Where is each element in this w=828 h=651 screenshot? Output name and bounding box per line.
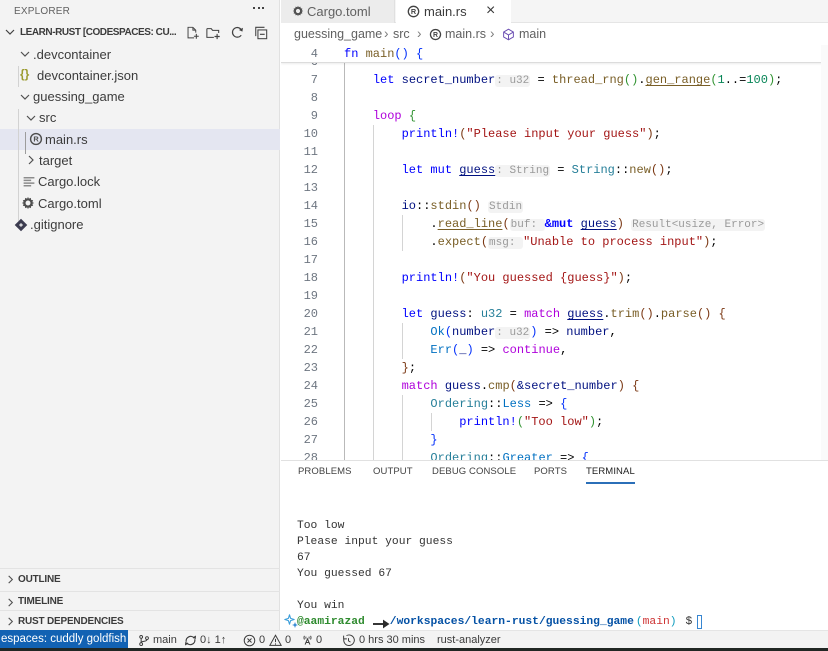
svg-text:R: R [411, 7, 417, 16]
svg-text:R: R [33, 135, 39, 144]
svg-text:R: R [433, 32, 438, 39]
